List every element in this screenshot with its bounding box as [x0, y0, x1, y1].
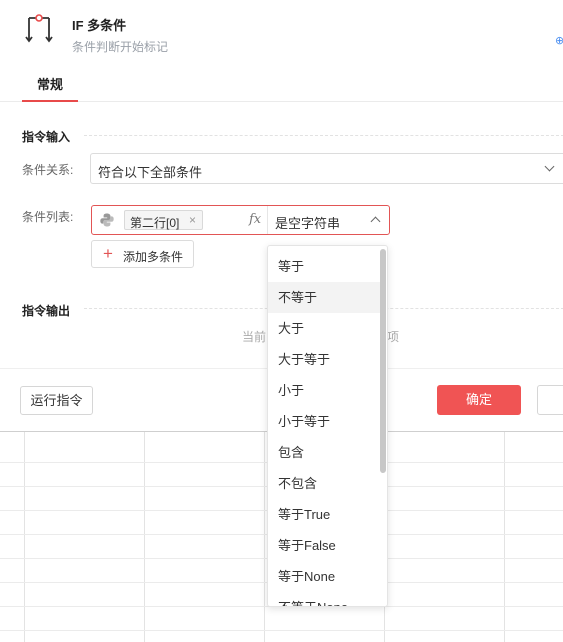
operator-option[interactable]: 小于等于: [268, 406, 380, 437]
python-icon: [100, 213, 114, 227]
section-divider: [84, 135, 563, 136]
tab-bar: 常规: [0, 70, 563, 102]
operator-option[interactable]: 包含: [268, 437, 380, 468]
node-header: IF 多条件 条件判断开始标记 ⊕: [0, 0, 563, 70]
fx-icon[interactable]: fx: [249, 212, 261, 227]
add-condition-button[interactable]: + 添加多条件: [91, 240, 194, 268]
operator-option[interactable]: 小于: [268, 375, 380, 406]
confirm-button[interactable]: 确定: [437, 385, 521, 415]
chevron-up-icon[interactable]: [370, 216, 381, 227]
relation-label: 条件关系:: [22, 163, 74, 177]
close-icon[interactable]: ×: [189, 213, 196, 227]
tab-general[interactable]: 常规: [22, 70, 78, 102]
operator-option[interactable]: 不等于None: [268, 592, 380, 606]
plus-icon: +: [103, 244, 113, 263]
relation-select[interactable]: 符合以下全部条件: [90, 153, 563, 184]
operator-option[interactable]: 不包含: [268, 468, 380, 499]
run-command-button[interactable]: 运行指令: [20, 386, 93, 415]
add-condition-label: 添加多条件: [123, 250, 184, 264]
grid-row-line: [0, 630, 563, 631]
condition-list-label: 条件列表:: [22, 210, 74, 224]
operator-dropdown[interactable]: 等于 不等于 大于 大于等于 小于 小于等于 包含 不包含 等于True 等于F…: [267, 245, 388, 607]
operator-option[interactable]: 等于True: [268, 499, 380, 530]
divider: [267, 206, 268, 234]
output-hint-right: 项: [387, 330, 400, 344]
grid-column-line: [24, 432, 25, 642]
variable-tag[interactable]: 第二行[0] ×: [124, 210, 203, 230]
operator-option[interactable]: 等于False: [268, 530, 380, 561]
chevron-down-icon: [544, 161, 555, 172]
operator-option[interactable]: 等于: [268, 251, 380, 282]
grid-column-line: [144, 432, 145, 642]
operator-option[interactable]: 大于等于: [268, 344, 380, 375]
operator-value: 是空字符串: [275, 216, 341, 231]
if-branch-icon: [25, 14, 53, 43]
dropdown-scrollbar[interactable]: [380, 249, 386, 473]
output-hint-left: 当前: [242, 330, 267, 344]
cancel-button[interactable]: [537, 385, 563, 415]
variable-name: 第二行[0]: [130, 216, 180, 230]
operator-option[interactable]: 不等于: [268, 282, 380, 313]
grid-column-line: [504, 432, 505, 642]
input-section-title: 指令输入: [22, 130, 71, 144]
node-subtitle: 条件判断开始标记: [72, 40, 169, 54]
operator-option[interactable]: 等于None: [268, 561, 380, 592]
help-icon[interactable]: ⊕: [555, 34, 563, 47]
relation-value: 符合以下全部条件: [98, 165, 203, 180]
grid-column-line: [264, 432, 265, 642]
node-title: IF 多条件: [72, 18, 127, 33]
condition-row[interactable]: 第二行[0] × fx 是空字符串: [91, 205, 390, 235]
operator-option[interactable]: 大于: [268, 313, 380, 344]
output-section-title: 指令输出: [22, 304, 71, 318]
